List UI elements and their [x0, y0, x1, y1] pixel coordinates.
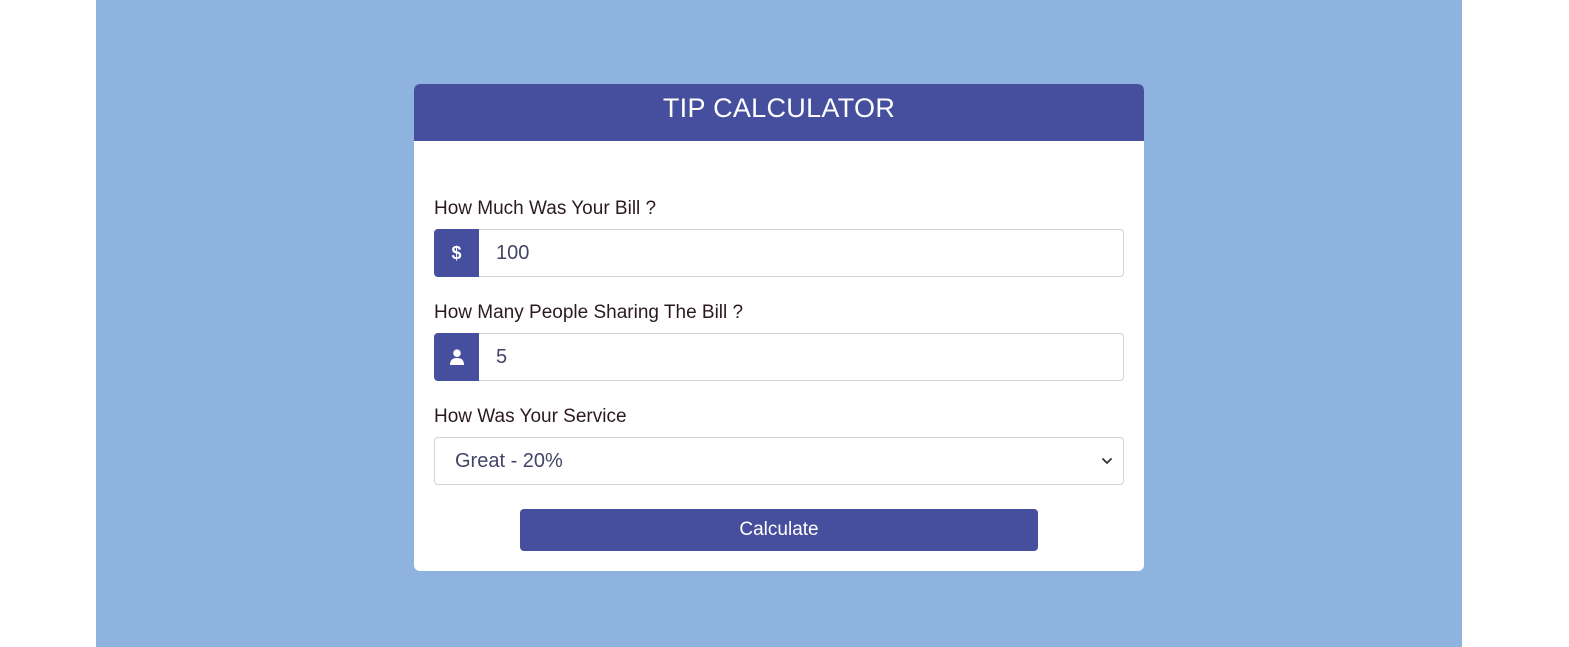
dollar-glyph: $: [451, 242, 462, 263]
people-input-group: [434, 333, 1124, 381]
bill-label: How Much Was Your Bill ?: [434, 198, 657, 219]
calculate-button[interactable]: Calculate: [520, 509, 1038, 551]
user-icon: [434, 333, 479, 381]
bill-input-group: $: [434, 229, 1124, 277]
service-selected-value: Great - 20%: [455, 449, 563, 472]
tip-calculator-card: TIP CALCULATOR How Much Was Your Bill ? …: [414, 84, 1144, 571]
page-title: TIP CALCULATOR: [662, 93, 896, 123]
people-label: How Many People Sharing The Bill ?: [434, 302, 744, 323]
people-count-input[interactable]: [479, 333, 1124, 381]
service-select[interactable]: Great - 20%: [434, 437, 1124, 485]
bill-amount-input[interactable]: [479, 229, 1124, 277]
dollar-icon: $: [434, 229, 479, 277]
chevron-down-icon: [1100, 454, 1114, 468]
card-header: TIP CALCULATOR: [414, 84, 1144, 141]
service-label: How Was Your Service: [434, 406, 627, 427]
user-icon-svg: [449, 349, 464, 365]
